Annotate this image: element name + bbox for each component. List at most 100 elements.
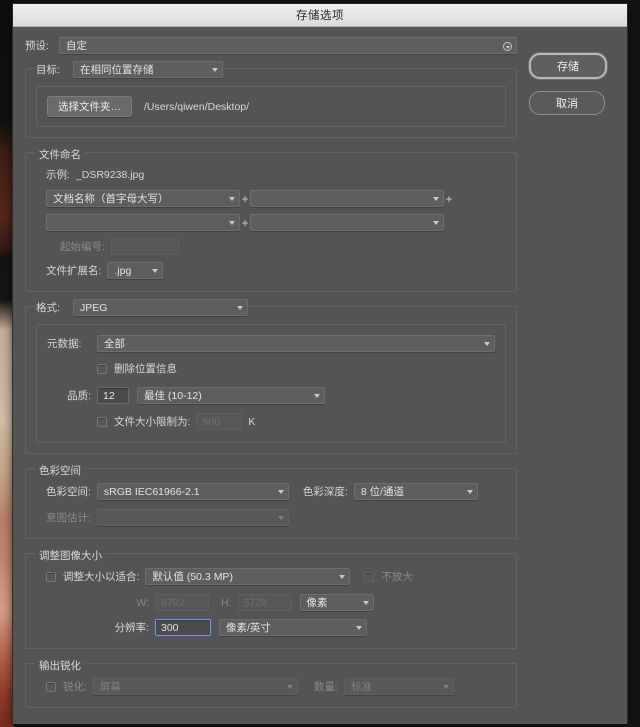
dimension-unit-select[interactable]: 像素 — [299, 594, 374, 611]
dont-enlarge-checkbox[interactable] — [364, 571, 375, 582]
sharpen-target-select[interactable]: 屏幕 — [92, 678, 298, 695]
intent-select[interactable] — [96, 509, 289, 526]
sharpening-title: 输出锐化 — [35, 658, 85, 673]
color-depth-value: 8 位/通道 — [360, 486, 405, 498]
quality-preset-select[interactable]: 最佳 (10-12) — [137, 387, 325, 404]
resize-to-fit-label: 调整大小以适合: — [63, 571, 140, 583]
sharpen-amount-select[interactable]: 标准 — [343, 678, 454, 695]
resolution-unit-value: 像素/英寸 — [226, 622, 271, 634]
chevron-down-icon — [229, 196, 235, 201]
sharpen-checkbox[interactable] — [46, 681, 56, 692]
resolution-label: 分辨率: — [114, 622, 149, 634]
chevron-down-icon — [277, 515, 284, 520]
dont-enlarge-label: 不放大 — [381, 571, 413, 583]
intent-label: 意图估计: — [46, 512, 91, 524]
dialog-body: 存储 取消 预设: 自定 目标: 在相同位置存储 选择文件夹… /Users/q… — [13, 27, 627, 724]
fit-preset-select[interactable]: 默认值 (50.3 MP) — [145, 568, 351, 585]
color-depth-select[interactable]: 8 位/通道 — [353, 483, 478, 500]
format-select[interactable]: JPEG — [73, 299, 248, 316]
cancel-button-label: 取消 — [556, 98, 578, 110]
add-token-icon-2[interactable]: + — [444, 193, 454, 205]
name-token-select-2[interactable] — [250, 190, 444, 207]
sharpen-label: 锐化: — [63, 681, 87, 693]
dimension-unit-value: 像素 — [306, 597, 328, 609]
resolution-input[interactable]: 300 — [154, 618, 212, 637]
example-label: 示例: — [46, 169, 70, 181]
remove-location-row[interactable]: 删除位置信息 — [97, 361, 495, 376]
resize-to-fit-row: 调整大小以适合: 默认值 (50.3 MP) 不放大 — [46, 568, 506, 585]
width-label: W: — [136, 596, 149, 609]
target-group: 目标: 在相同位置存储 选择文件夹… /Users/qiwen/Desktop/ — [25, 61, 517, 138]
target-row: 目标: 在相同位置存储 — [36, 61, 506, 78]
example-row: 示例: _DSR9238.jpg — [36, 167, 506, 182]
quality-input[interactable]: 12 — [97, 387, 129, 404]
color-profile-select[interactable]: sRGB IEC61966-2.1 — [96, 483, 289, 500]
dialog-actions: 存储 取消 — [529, 53, 615, 127]
start-number-label: 起始编号: — [60, 241, 105, 253]
screen: 存储选项 存储 取消 预设: 自定 目标: 在相同位置存储 选择文件夹… /Us… — [0, 0, 640, 727]
resize-title: 调整图像大小 — [35, 548, 106, 563]
chevron-down-icon — [229, 220, 235, 225]
name-token-select-1[interactable]: 文档名称（首字母大写） — [46, 190, 240, 207]
height-label: H: — [221, 596, 232, 609]
metadata-label: 元数据: — [47, 338, 82, 350]
height-input[interactable]: 5728 — [237, 594, 292, 611]
resolution-row: 分辨率: 300 像素/英寸 — [46, 618, 506, 637]
limit-size-unit: K — [248, 415, 256, 428]
sharpen-row: 锐化: 屏幕 数量: 标准 — [46, 678, 506, 695]
target-path: /Users/qiwen/Desktop/ — [144, 100, 250, 113]
remove-location-checkbox[interactable] — [97, 363, 107, 374]
format-value: JPEG — [80, 301, 108, 314]
color-profile-row: 色彩空间: sRGB IEC61966-2.1 色彩深度: 8 位/通道 — [46, 483, 506, 500]
limit-size-label: 文件大小限制为: — [114, 416, 191, 428]
color-space-title: 色彩空间 — [35, 463, 85, 478]
choose-folder-button[interactable]: 选择文件夹… — [47, 96, 132, 117]
width-input[interactable]: 8792 — [155, 594, 209, 611]
cancel-button[interactable]: 取消 — [529, 91, 605, 115]
chevron-down-icon — [152, 268, 159, 273]
metadata-select[interactable]: 全部 — [97, 335, 495, 352]
options-column: 预设: 自定 目标: 在相同位置存储 选择文件夹… /Users/qiwen/D… — [25, 33, 517, 708]
preset-value: 自定 — [66, 40, 87, 52]
format-label: 格式: — [36, 300, 73, 315]
add-token-icon-1[interactable]: + — [240, 193, 250, 205]
chevron-down-icon — [433, 220, 439, 225]
resolution-unit-select[interactable]: 像素/英寸 — [219, 619, 367, 636]
chevron-down-icon — [277, 489, 284, 494]
target-inset: 选择文件夹… /Users/qiwen/Desktop/ — [36, 86, 506, 127]
resize-to-fit-checkbox[interactable] — [46, 571, 56, 582]
preset-select[interactable]: 自定 — [59, 37, 517, 54]
save-options-dialog: 存储选项 存储 取消 预设: 自定 目标: 在相同位置存储 选择文件夹… /Us… — [12, 3, 628, 724]
example-value: _DSR9238.jpg — [75, 168, 145, 181]
metadata-value: 全部 — [104, 338, 125, 350]
extension-select[interactable]: .jpg — [107, 262, 164, 279]
quality-value: 12 — [103, 389, 115, 402]
quality-label: 品质: — [67, 390, 91, 402]
target-select[interactable]: 在相同位置存储 — [73, 61, 223, 78]
remove-location-label: 删除位置信息 — [114, 363, 177, 375]
add-token-icon-3[interactable]: + — [240, 217, 250, 229]
extension-label: 文件扩展名: — [46, 265, 102, 277]
color-profile-label: 色彩空间: — [46, 486, 91, 498]
height-value: 5728 — [243, 596, 267, 609]
name-token-select-3[interactable] — [46, 214, 240, 231]
chevron-down-icon — [362, 600, 369, 605]
resize-group: 调整图像大小 调整大小以适合: 默认值 (50.3 MP) 不放大 W: 879… — [25, 548, 517, 649]
quality-row: 品质: 12 最佳 (10-12) — [47, 387, 495, 404]
chevron-down-icon — [356, 625, 362, 630]
save-button[interactable]: 存储 — [529, 53, 607, 79]
chevron-down-icon — [314, 393, 320, 398]
limit-size-input[interactable]: 500 — [196, 413, 243, 430]
name-token-select-4[interactable] — [250, 214, 444, 231]
name-token-value-1: 文档名称（首字母大写） — [53, 193, 169, 205]
chevron-down-icon — [433, 196, 439, 201]
intent-row: 意图估计: — [46, 509, 506, 526]
quality-preset-value: 最佳 (10-12) — [144, 390, 202, 402]
format-group: 格式: JPEG 元数据: 全部 删除位置信息 品质: 12 最佳 (10-12… — [25, 299, 517, 454]
choose-folder-button-label: 选择文件夹… — [58, 101, 121, 113]
width-value: 8792 — [161, 596, 185, 609]
metadata-row: 元数据: 全部 — [47, 335, 495, 352]
dimensions-row: W: 8792 H: 5728 像素 — [46, 594, 506, 611]
start-number-input[interactable] — [110, 238, 179, 255]
limit-size-checkbox[interactable] — [97, 416, 107, 427]
